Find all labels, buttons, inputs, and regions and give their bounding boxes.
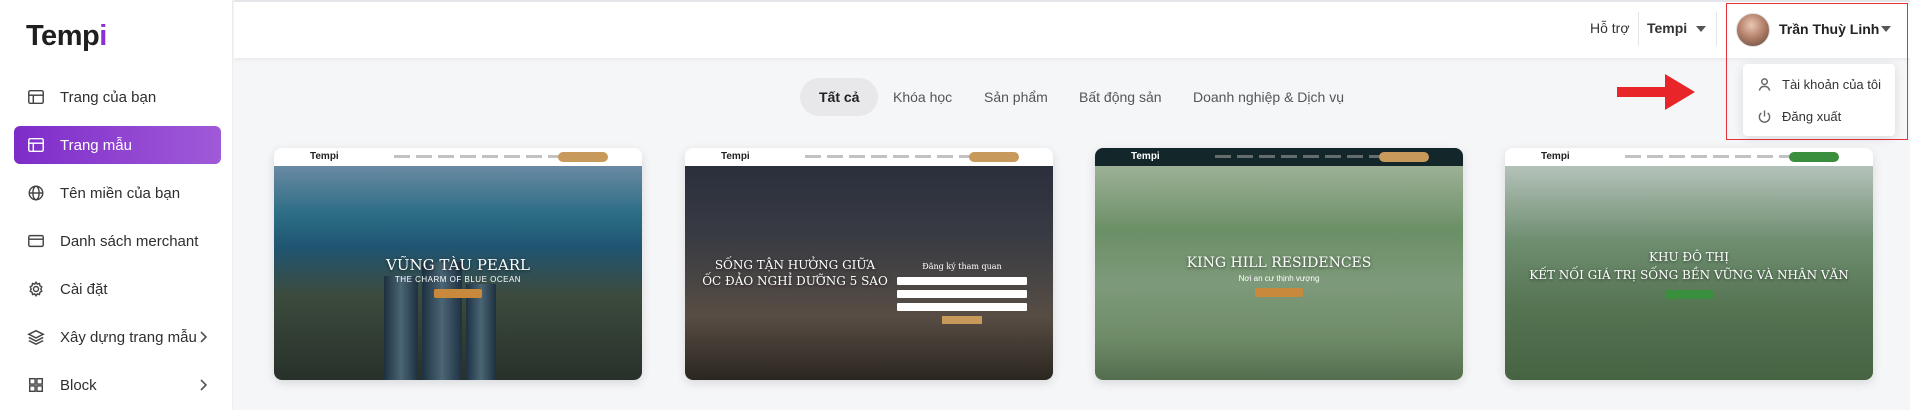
logout-item[interactable]: Đăng xuất	[1743, 102, 1895, 130]
chevron-right-icon	[195, 329, 211, 345]
template-navbar: Tempi	[274, 148, 642, 166]
template-title: KING HILL RESIDENCES	[1186, 255, 1372, 271]
support-link[interactable]: Hỗ trợ	[1590, 20, 1630, 36]
user-dropdown: Tài khoản của tôi Đăng xuất	[1743, 64, 1895, 136]
sidebar-item-template-builder[interactable]: Xây dựng trang mẫu	[14, 318, 221, 356]
template-title: VŨNG TÀU PEARL	[386, 256, 530, 274]
template-subtitle: Nơi an cư thịnh vượng	[1238, 274, 1320, 283]
layers-icon	[26, 327, 46, 347]
template-menu	[805, 155, 975, 158]
template-hero-button	[1255, 288, 1303, 297]
template-cta	[1379, 152, 1429, 162]
annotation-arrow-icon	[1617, 74, 1695, 110]
tab-products[interactable]: Sản phẩm	[984, 78, 1048, 116]
template-menu	[1625, 155, 1795, 158]
template-hero-button	[434, 289, 482, 298]
template-title: SỐNG TẬN HƯỞNG GIỮA	[714, 258, 876, 272]
sidebar-item-my-pages[interactable]: Trang của bạn	[14, 78, 221, 116]
layout-icon	[26, 87, 46, 107]
my-account-item[interactable]: Tài khoản của tôi	[1743, 70, 1895, 98]
gear-icon	[26, 279, 46, 299]
template-card[interactable]: Tempi SỐNG TẬN HƯỞNG GIỮA ỐC ĐẢO NGHỈ DƯ…	[685, 148, 1053, 380]
template-title: ỐC ĐẢO NGHỈ DƯỠNG 5 SAO	[702, 274, 888, 288]
template-subtitle: THE CHARM OF BLUE OCEAN	[394, 275, 522, 284]
layout-icon	[26, 135, 46, 155]
template-navbar: Tempi	[1095, 148, 1463, 166]
sidebar-item-domains[interactable]: Tên miền của bạn	[14, 174, 221, 212]
template-cta	[1789, 152, 1839, 162]
sidebar-item-label: Trang mẫu	[60, 136, 132, 154]
sidebar-item-settings[interactable]: Cài đặt	[14, 270, 221, 308]
template-logo: Tempi	[1131, 151, 1160, 162]
template-navbar: Tempi	[685, 148, 1053, 166]
divider	[1638, 12, 1639, 46]
tab-courses[interactable]: Khóa học	[893, 78, 952, 116]
my-account-label: Tài khoản của tôi	[1782, 76, 1882, 92]
power-icon	[1758, 109, 1771, 123]
template-card[interactable]: Tempi KING HILL RESIDENCES Nơi an cư thị…	[1095, 148, 1463, 380]
template-card[interactable]: Tempi KHU ĐÔ THỊ KẾT NỐI GIÁ TRỊ SỐNG BỀ…	[1505, 148, 1873, 380]
sidebar-item-templates[interactable]: Trang mẫu	[14, 126, 221, 164]
template-form: Đăng ký tham quan	[897, 262, 1027, 324]
sidebar-item-label: Cài đặt	[60, 280, 108, 298]
template-menu	[394, 155, 564, 158]
template-navbar: Tempi	[1505, 148, 1873, 166]
sidebar-nav: Trang của bạn Trang mẫu Tên miền của bạn…	[14, 78, 221, 410]
caret-down-icon[interactable]	[1881, 26, 1891, 32]
template-title: KẾT NỐI GIÁ TRỊ SỐNG BỀN VỮNG VÀ NHÂN VĂ…	[1529, 268, 1849, 282]
template-hero-button	[1665, 290, 1713, 299]
globe-icon	[26, 183, 46, 203]
tab-business-services[interactable]: Doanh nghiệp & Dịch vụ	[1193, 78, 1344, 116]
template-preview-image: VŨNG TÀU PEARL THE CHARM OF BLUE OCEAN	[274, 166, 642, 380]
avatar[interactable]	[1736, 13, 1770, 47]
template-preview-image: KHU ĐÔ THỊ KẾT NỐI GIÁ TRỊ SỐNG BỀN VỮNG…	[1505, 166, 1873, 380]
tab-real-estate[interactable]: Bất động sản	[1079, 78, 1162, 116]
template-logo: Tempi	[1541, 151, 1570, 162]
user-icon	[1758, 77, 1771, 91]
template-title: KHU ĐÔ THỊ	[1649, 250, 1729, 264]
template-logo: Tempi	[721, 151, 750, 162]
user-menu-toggle[interactable]: Trần Thuỳ Linh	[1779, 21, 1879, 37]
template-form-title: Đăng ký tham quan	[922, 262, 1002, 271]
sidebar-item-merchants[interactable]: Danh sách merchant	[14, 222, 221, 260]
sidebar-item-label: Xây dựng trang mẫu	[60, 328, 197, 346]
tab-all[interactable]: Tất cả	[800, 78, 879, 116]
chevron-right-icon	[195, 377, 211, 393]
grid-icon	[26, 375, 46, 395]
template-card[interactable]: Tempi VŨNG TÀU PEARL THE CHARM OF BLUE O…	[274, 148, 642, 380]
template-preview-image: KING HILL RESIDENCES Nơi an cư thịnh vượ…	[1095, 166, 1463, 380]
card-icon	[26, 231, 46, 251]
sidebar-item-block[interactable]: Block	[14, 366, 221, 404]
logout-label: Đăng xuất	[1782, 108, 1842, 124]
template-cta	[558, 152, 608, 162]
workspace-selector[interactable]: Tempi	[1647, 20, 1707, 36]
template-logo: Tempi	[310, 151, 339, 162]
workspace-label: Tempi	[1647, 20, 1688, 36]
sidebar: Tempi Trang của bạn Trang mẫu Tên miền c…	[0, 0, 233, 410]
divider	[1716, 12, 1717, 46]
template-preview-image: SỐNG TẬN HƯỞNG GIỮA ỐC ĐẢO NGHỈ DƯỠNG 5 …	[685, 166, 1053, 380]
template-menu	[1215, 155, 1385, 158]
caret-down-icon	[1696, 26, 1707, 33]
sidebar-item-label: Trang của bạn	[60, 88, 157, 106]
app-logo[interactable]: Tempi	[26, 20, 107, 53]
template-cta	[969, 152, 1019, 162]
sidebar-item-label: Danh sách merchant	[60, 232, 199, 250]
sidebar-item-label: Block	[60, 376, 97, 394]
sidebar-item-label: Tên miền của bạn	[60, 184, 181, 202]
